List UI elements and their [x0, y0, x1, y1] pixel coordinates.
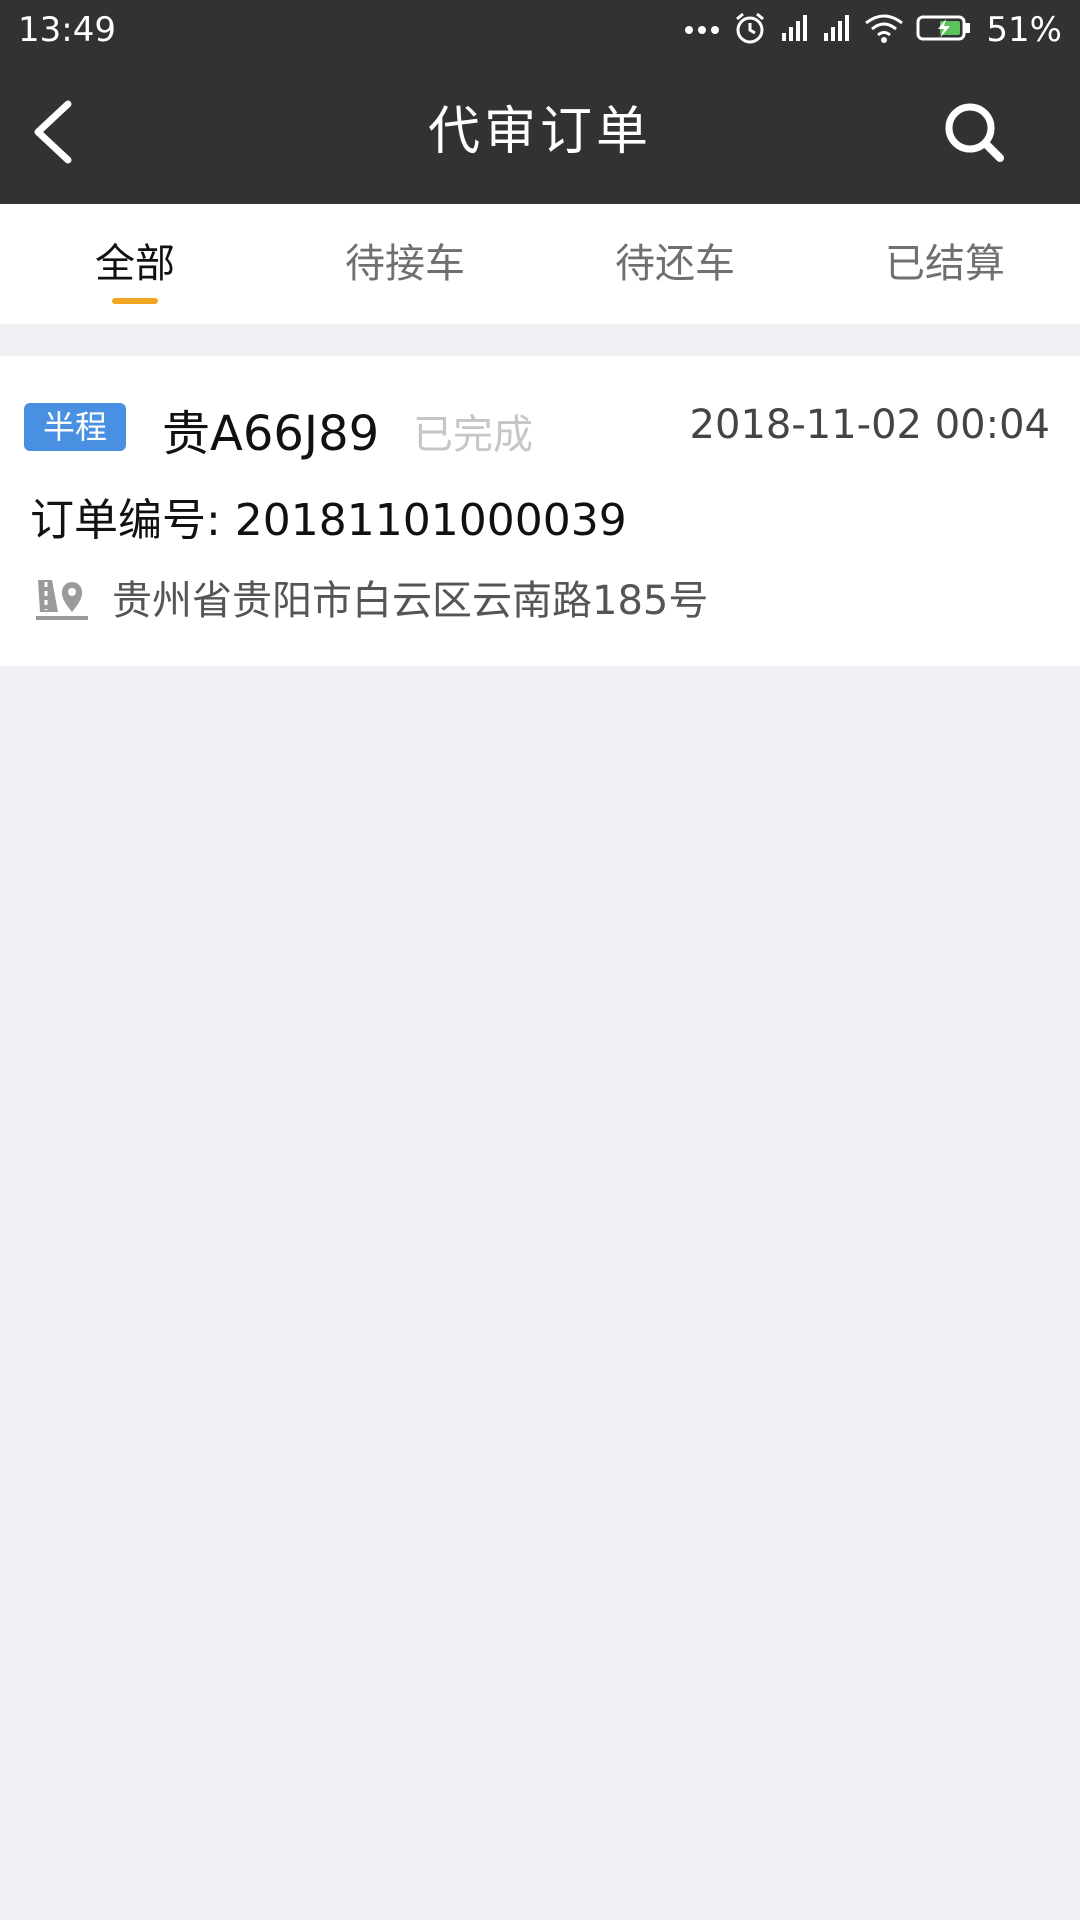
tab-pending-pickup[interactable]: 待接车 [270, 204, 540, 324]
battery-percent: 51% [986, 10, 1062, 50]
tab-label: 待接车 [345, 241, 465, 287]
wifi-icon [864, 13, 904, 47]
tab-pending-return[interactable]: 待还车 [540, 204, 810, 324]
order-time: 2018-11-02 00:04 [689, 402, 1050, 448]
search-icon [945, 103, 1004, 162]
status-time: 13:49 [18, 10, 116, 50]
tab-label: 全部 [95, 241, 175, 287]
order-card[interactable]: 半程 贵A66J89 已完成 2018-11-02 00:04 订单编号: 20… [0, 356, 1080, 666]
active-tab-indicator [112, 298, 158, 304]
order-status: 已完成 [413, 412, 533, 458]
status-icons: 51% [684, 8, 1062, 52]
tab-label: 待还车 [615, 241, 735, 287]
order-number: 订单编号: 20181101000039 [30, 495, 627, 546]
status-bar: 13:49 51% [0, 0, 1080, 60]
more-notifications-icon [684, 21, 720, 40]
battery-charging-icon [916, 13, 972, 47]
tab-all[interactable]: 全部 [0, 204, 270, 324]
tab-label: 已结算 [885, 241, 1005, 287]
alarm-icon [732, 10, 768, 50]
license-plate: 贵A66J89 [162, 406, 380, 462]
tab-settled[interactable]: 已结算 [810, 204, 1080, 324]
header: 代审订单 [0, 60, 1080, 204]
location-icon [34, 572, 90, 624]
search-button[interactable] [942, 100, 1006, 164]
signal-icon [822, 13, 852, 47]
page-title: 代审订单 [427, 102, 652, 162]
order-address: 贵州省贵阳市白云区云南路185号 [112, 578, 709, 624]
order-type-badge: 半程 [24, 403, 126, 451]
order-filter-tabs: 全部 待接车 待还车 已结算 [0, 204, 1080, 324]
signal-icon [780, 13, 810, 47]
